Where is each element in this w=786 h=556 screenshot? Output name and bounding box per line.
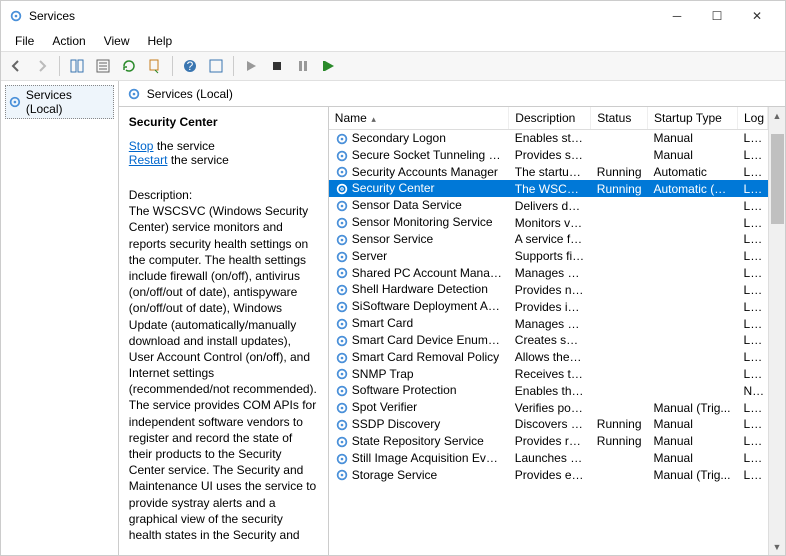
service-row[interactable]: Sensor ServiceA service fo...Loc (329, 231, 768, 248)
services-icon (9, 9, 23, 23)
scroll-down-icon[interactable]: ▼ (769, 538, 785, 555)
service-row[interactable]: Secure Socket Tunneling Pr...Provides su… (329, 147, 768, 164)
close-button[interactable]: ✕ (737, 1, 777, 31)
service-row[interactable]: Security Accounts ManagerThe startup ...… (329, 164, 768, 181)
service-row[interactable]: Smart CardManages ac...Loc (329, 315, 768, 332)
start-service-button[interactable] (240, 55, 262, 77)
back-button[interactable] (5, 55, 27, 77)
scroll-thumb[interactable] (771, 134, 784, 224)
scroll-up-icon[interactable]: ▲ (769, 107, 785, 124)
service-row[interactable]: Storage ServiceProvides en...Manual (Tri… (329, 467, 768, 484)
service-row[interactable]: ServerSupports fil...Loc (329, 248, 768, 265)
properties-button[interactable] (92, 55, 114, 77)
nav-services-local[interactable]: Services (Local) (5, 85, 114, 119)
forward-button[interactable] (31, 55, 53, 77)
show-hide-tree-button[interactable] (66, 55, 88, 77)
menu-help[interactable]: Help (140, 32, 181, 50)
content-header-label: Services (Local) (147, 87, 233, 101)
column-description[interactable]: Description (509, 107, 591, 130)
service-row[interactable]: SNMP TrapReceives tra...Loc (329, 366, 768, 383)
column-status[interactable]: Status (591, 107, 648, 130)
window-title: Services (29, 9, 75, 23)
help-button[interactable]: ? (179, 55, 201, 77)
restart-service-button[interactable] (318, 55, 340, 77)
menu-file[interactable]: File (7, 32, 42, 50)
toolbar: ? (1, 51, 785, 81)
menu-action[interactable]: Action (44, 32, 93, 50)
sort-indicator-icon: ▴ (369, 114, 376, 124)
nav-services-local-label: Services (Local) (26, 88, 111, 116)
maximize-button[interactable]: ☐ (697, 1, 737, 31)
service-row[interactable]: Software ProtectionEnables the ...Net (329, 382, 768, 399)
menu-bar: File Action View Help (1, 31, 785, 51)
restart-link[interactable]: Restart (129, 153, 168, 167)
description-label: Description: (129, 187, 318, 203)
service-row[interactable]: Spot VerifierVerifies pote...Manual (Tri… (329, 399, 768, 416)
stop-service-button[interactable] (266, 55, 288, 77)
service-row[interactable]: SSDP DiscoveryDiscovers n...RunningManua… (329, 416, 768, 433)
svg-text:?: ? (187, 59, 194, 73)
service-row[interactable]: Smart Card Device Enumera...Creates soft… (329, 332, 768, 349)
gear-icon (127, 87, 141, 101)
stop-link[interactable]: Stop (129, 139, 154, 153)
title-bar: Services ─ ☐ ✕ (1, 1, 785, 31)
column-logon[interactable]: Log (738, 107, 768, 130)
service-row[interactable]: Sensor Monitoring ServiceMonitors va...L… (329, 214, 768, 231)
detail-pane: Security Center Stop the service Restart… (119, 107, 329, 555)
pause-service-button[interactable] (292, 55, 314, 77)
service-row[interactable]: Shell Hardware DetectionProvides no...Lo… (329, 281, 768, 298)
service-row[interactable]: Shared PC Account ManagerManages pr...Lo… (329, 265, 768, 282)
column-startup[interactable]: Startup Type (648, 107, 738, 130)
gear-icon (8, 95, 22, 109)
service-row[interactable]: SiSoftware Deployment Age...Provides inv… (329, 298, 768, 315)
service-row[interactable]: Secondary LogonEnables star...ManualLoc (329, 130, 768, 147)
service-row[interactable]: Smart Card Removal PolicyAllows the s...… (329, 349, 768, 366)
description-text: The WSCSVC (Windows Security Center) ser… (129, 203, 318, 543)
menu-view[interactable]: View (96, 32, 138, 50)
detail-title: Security Center (129, 115, 318, 129)
service-row[interactable]: Still Image Acquisition EventsLaunches a… (329, 450, 768, 467)
service-row[interactable]: Sensor Data ServiceDelivers dat...Loc (329, 197, 768, 214)
content-header: Services (Local) (119, 81, 785, 107)
service-row[interactable]: Security CenterThe WSCSV...RunningAutoma… (329, 180, 768, 197)
nav-tree: Services (Local) (1, 81, 119, 555)
column-name[interactable]: Name ▴ (329, 107, 509, 130)
refresh-button[interactable] (118, 55, 140, 77)
service-row[interactable]: State Repository ServiceProvides re...Ru… (329, 433, 768, 450)
export-button[interactable] (144, 55, 166, 77)
help2-button[interactable] (205, 55, 227, 77)
services-list[interactable]: Name ▴ Description Status Startup Type L… (329, 107, 768, 555)
vertical-scrollbar[interactable]: ▲ ▼ (768, 107, 785, 555)
minimize-button[interactable]: ─ (657, 1, 697, 31)
